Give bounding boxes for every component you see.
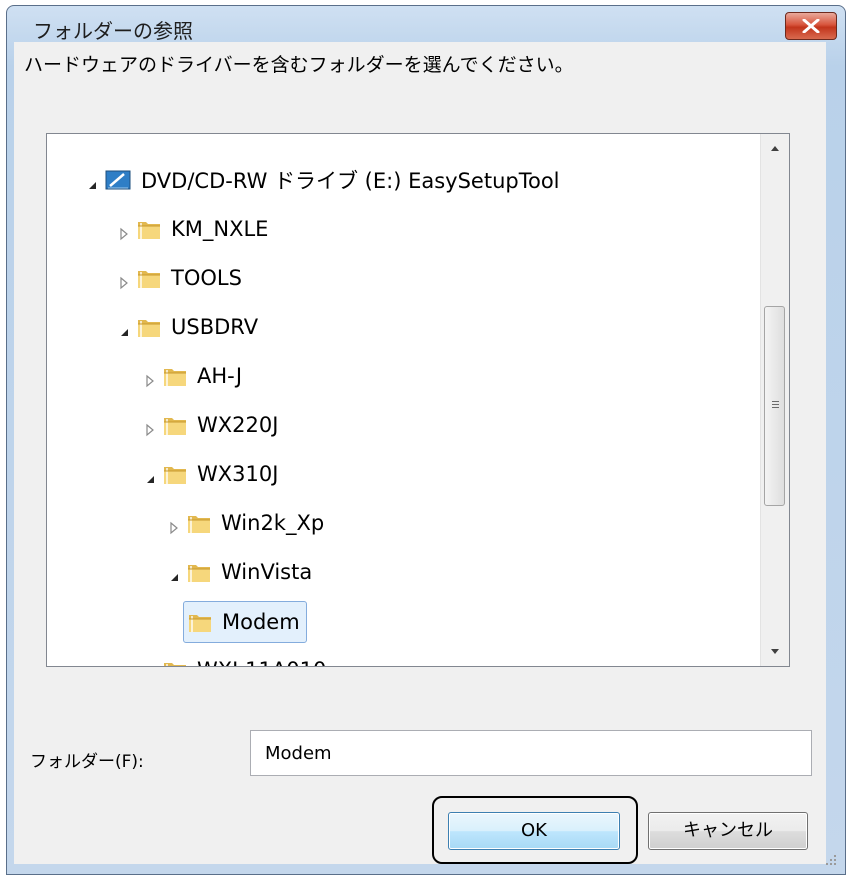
folder-icon — [137, 316, 161, 338]
tree-item-folder[interactable]: USBDRV — [117, 305, 258, 349]
expanded-arrow-icon[interactable] — [117, 320, 131, 336]
tree-item-label: WXJ-11A010 — [197, 658, 326, 666]
tree-item-folder[interactable]: WX310J — [143, 452, 278, 496]
collapsed-arrow-icon[interactable] — [167, 516, 181, 535]
tree-item-folder[interactable]: WinVista — [167, 550, 312, 594]
folder-icon — [137, 267, 161, 289]
collapsed-arrow-icon[interactable] — [143, 663, 157, 666]
tree-item-folder[interactable]: TOOLS — [117, 256, 242, 300]
folder-tree[interactable]: DVD/CD-RW ドライブ (E:) EasySetupTool KM_NXLE… — [46, 133, 790, 667]
vertical-scrollbar[interactable] — [760, 134, 789, 666]
folder-icon — [163, 414, 187, 436]
scroll-up-button[interactable] — [761, 134, 789, 164]
tree-item-label: WX310J — [197, 462, 279, 486]
tree-item-label: Modem — [222, 610, 300, 634]
folder-icon — [137, 218, 161, 240]
folder-icon — [188, 611, 212, 633]
close-button[interactable] — [785, 12, 837, 40]
dvd-drive-icon — [105, 169, 131, 191]
collapsed-arrow-icon[interactable] — [143, 369, 157, 388]
arrow-up-icon — [771, 146, 779, 151]
folder-input[interactable] — [250, 730, 812, 776]
folder-icon — [163, 463, 187, 485]
tree-item-folder[interactable]: WXJ-11A010 — [143, 648, 326, 666]
expanded-arrow-icon[interactable] — [143, 467, 157, 483]
tree-item-label: Win2k_Xp — [221, 511, 325, 535]
folder-icon — [187, 512, 211, 534]
tree-item-label: DVD/CD-RW ドライブ (E:) EasySetupTool — [141, 169, 560, 193]
tree-item-label: WinVista — [221, 560, 313, 584]
tree-item-folder[interactable]: Modem — [183, 601, 307, 643]
ok-button-highlight — [432, 796, 638, 864]
tree-item-label: TOOLS — [171, 266, 242, 290]
scroll-down-button[interactable] — [761, 636, 789, 666]
folder-field-label: フォルダー(F): — [30, 752, 144, 772]
tree-item-label: WX220J — [197, 413, 279, 437]
tree-item-label: AH-J — [197, 364, 243, 388]
scroll-thumb[interactable] — [764, 306, 785, 506]
cancel-button[interactable]: キャンセル — [648, 812, 808, 850]
tree-item-label: KM_NXLE — [171, 217, 269, 241]
close-icon — [802, 19, 820, 33]
tree-item-folder[interactable]: KM_NXLE — [117, 207, 268, 251]
arrow-down-icon — [771, 649, 779, 654]
tree-item-label: USBDRV — [171, 315, 259, 339]
folder-icon — [187, 561, 211, 583]
collapsed-arrow-icon[interactable] — [117, 222, 131, 241]
grip-icon — [772, 401, 779, 402]
collapsed-arrow-icon[interactable] — [143, 418, 157, 437]
expanded-arrow-icon[interactable] — [167, 565, 181, 581]
folder-icon — [163, 659, 187, 666]
resize-grip-icon[interactable] — [824, 853, 838, 867]
collapsed-arrow-icon[interactable] — [117, 271, 131, 290]
folder-icon — [163, 365, 187, 387]
window-title: フォルダーの参照 — [33, 19, 193, 43]
expanded-arrow-icon[interactable] — [85, 173, 99, 189]
instruction-text: ハードウェアのドライバーを含むフォルダーを選んでください。 — [24, 54, 574, 76]
tree-item-folder[interactable]: AH-J — [143, 354, 242, 398]
tree-item-folder[interactable]: WX220J — [143, 403, 278, 447]
tree-item-drive[interactable]: DVD/CD-RW ドライブ (E:) EasySetupTool — [85, 158, 560, 202]
tree-item-folder[interactable]: Win2k_Xp — [167, 501, 324, 545]
